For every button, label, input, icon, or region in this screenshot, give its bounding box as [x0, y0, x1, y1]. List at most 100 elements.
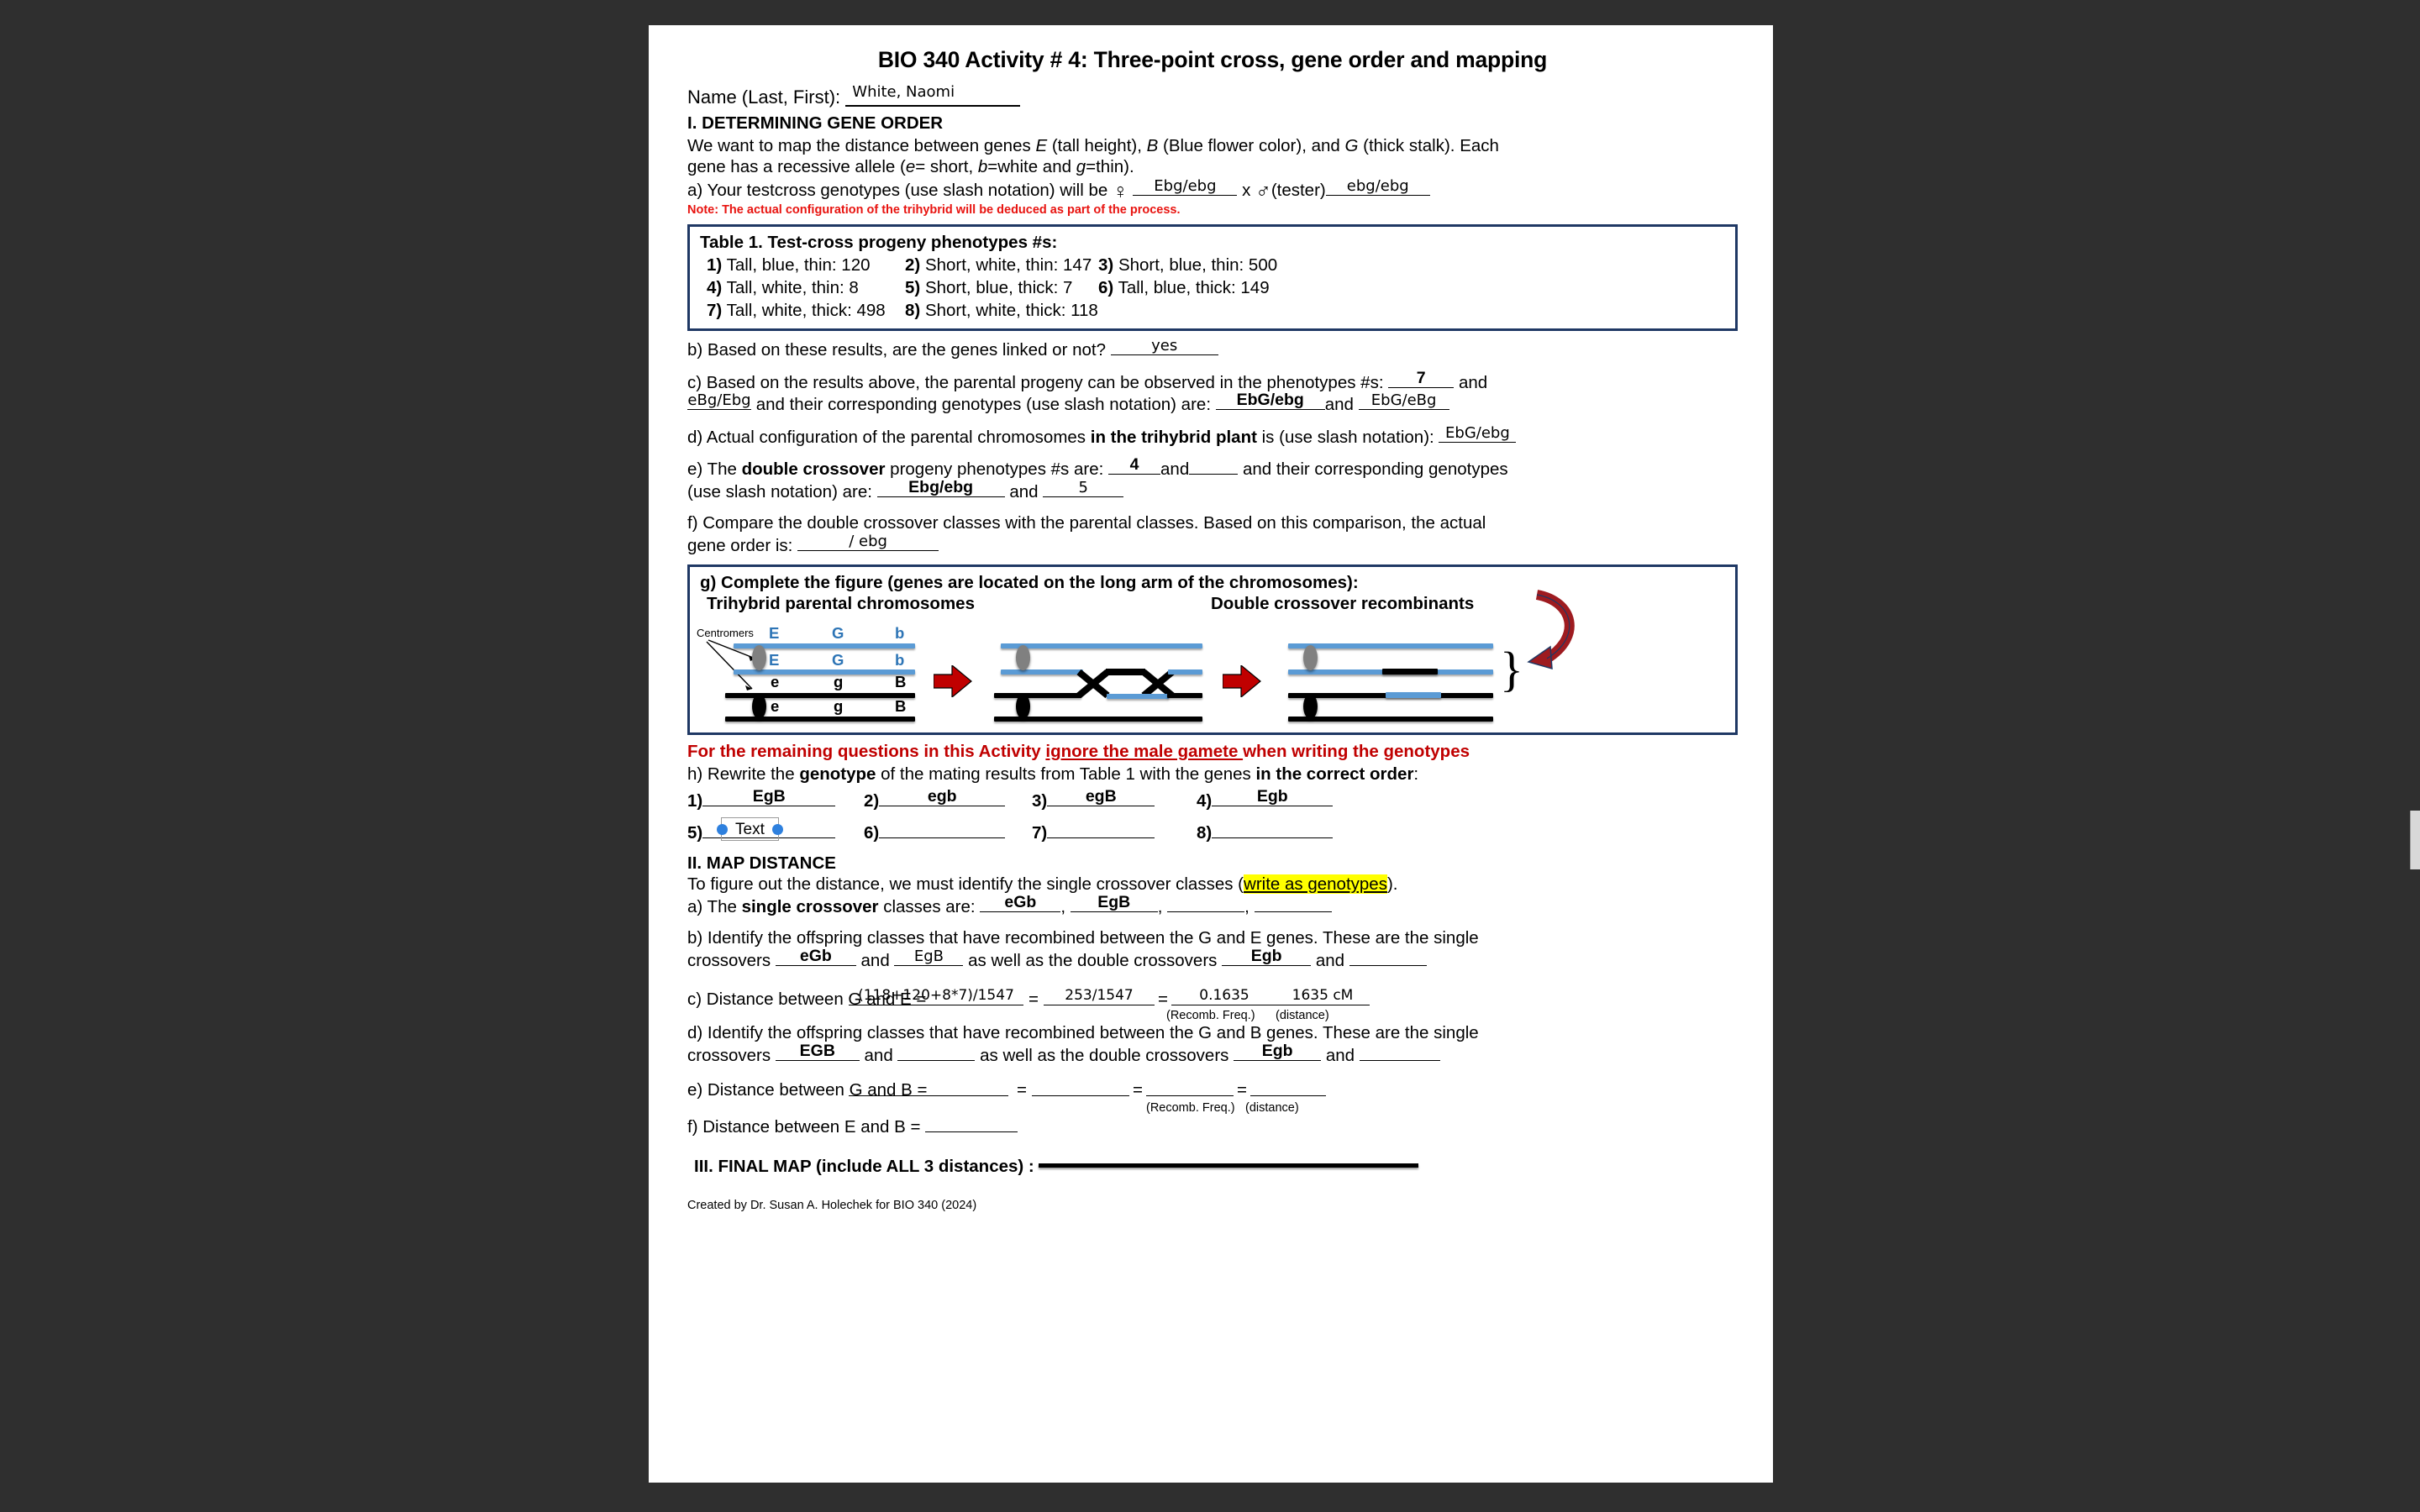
- question-1d-blank[interactable]: EbG/ebg: [1439, 425, 1517, 443]
- question-2c-blank-4[interactable]: 1635 cM: [1276, 988, 1370, 1005]
- question-2a-value-2: EgB: [1097, 892, 1131, 911]
- question-2e-blank-2[interactable]: [1032, 1079, 1129, 1096]
- centromere-black: [752, 694, 766, 719]
- question-2c-blank-2[interactable]: 253/1547: [1044, 987, 1155, 1005]
- section-2-intro-pre: To figure out the distance, we must iden…: [687, 874, 1244, 894]
- question-1e-value-2: Ebg/ebg: [908, 477, 974, 496]
- question-2d-blank-3[interactable]: Egb: [1234, 1042, 1322, 1061]
- row-text: Short, white, thin: 147: [924, 255, 1092, 275]
- question-2c-blank-1[interactable]: (118+120+8*7)/1547: [849, 988, 1023, 1005]
- resize-handle-right[interactable]: [771, 823, 783, 835]
- document-page: BIO 340 Activity # 4: Three-point cross,…: [649, 25, 1773, 1483]
- question-1c-blank-2[interactable]: eBg/Ebg: [687, 392, 751, 410]
- genotype-answer-2: 2) egb: [864, 788, 1032, 811]
- question-2d-blank-2[interactable]: [897, 1044, 976, 1061]
- conjunction: and: [864, 1045, 893, 1065]
- question-2b-blank-4[interactable]: [1349, 949, 1427, 966]
- gene-label: B: [895, 673, 907, 690]
- question-2b-blank-2[interactable]: EgB: [894, 948, 964, 966]
- row-text: Short, blue, thin: 500: [1118, 255, 1278, 275]
- resize-handle-left[interactable]: [717, 823, 728, 835]
- question-1b-blank[interactable]: yes: [1110, 337, 1218, 355]
- allele-g: g: [1076, 157, 1086, 176]
- question-2a-blank-2[interactable]: EgB: [1070, 892, 1158, 912]
- question-1h-label-2: of the mating results from Table 1 with …: [876, 764, 1256, 784]
- question-2e-blank-1[interactable]: [849, 1079, 1008, 1096]
- answer-value: EgB: [752, 787, 786, 806]
- question-2e-blank-4[interactable]: [1250, 1079, 1326, 1096]
- question-2a-blank-4[interactable]: [1254, 895, 1332, 912]
- question-1e-blank-1[interactable]: 4: [1108, 456, 1161, 475]
- table-1-caption: Table 1. Test-cross progeny phenotypes #…: [700, 233, 1058, 252]
- question-2c-value-2: 253/1547: [1065, 987, 1134, 1004]
- vertical-scrollbar-thumb[interactable]: [2410, 811, 2420, 869]
- table-1-grid: 1) Tall, blue, thin: 120 2) Short, white…: [700, 255, 1727, 321]
- text-placeholder-widget[interactable]: Text: [717, 817, 783, 841]
- question-1e-blank-3[interactable]: Ebg/ebg: [876, 477, 1005, 497]
- row-number: 4): [707, 278, 723, 297]
- final-map-line[interactable]: [1039, 1163, 1419, 1168]
- question-2f: f) Distance between E and B =: [687, 1116, 1738, 1138]
- recombinant-black-insert: [1382, 669, 1438, 675]
- gene-label: B: [895, 697, 907, 715]
- question-2b-blank-3[interactable]: Egb: [1222, 948, 1312, 966]
- placeholder-label: Text: [735, 821, 765, 838]
- centromere-gray: [752, 645, 766, 670]
- question-1f-value: / ebg: [849, 532, 887, 550]
- answer-value: egB: [1085, 787, 1117, 806]
- conjunction: and: [1458, 372, 1488, 392]
- red-arrow-icon-2: [1223, 665, 1261, 697]
- question-1e-blank-4[interactable]: 5: [1043, 480, 1124, 497]
- question-1b: b) Based on these results, are the genes…: [687, 337, 1738, 361]
- question-2c: c) Distance between G and E = (118+120+8…: [687, 979, 1738, 1022]
- female-genotype-blank[interactable]: Ebg/ebg: [1133, 176, 1238, 196]
- question-1b-value: yes: [1151, 337, 1178, 354]
- question-2d-blank-1[interactable]: EGB: [775, 1041, 860, 1061]
- section-2-intro: To figure out the distance, we must iden…: [687, 874, 1738, 895]
- question-2d-blank-4[interactable]: [1359, 1044, 1440, 1061]
- row-number: 2): [905, 255, 921, 275]
- question-2c-value-3: 0.1635: [1199, 987, 1249, 1004]
- crossover-black-segment: [1167, 693, 1202, 698]
- row-text: Tall, white, thin: 8: [726, 278, 859, 297]
- question-2e: e) Distance between G and B = = = = (Rec…: [687, 1076, 1738, 1115]
- answer-number: 5): [687, 823, 703, 843]
- question-1h-label: h) Rewrite the: [687, 764, 800, 784]
- question-2c-blank-3[interactable]: 0.1635: [1171, 987, 1277, 1005]
- equals-sign-1: =: [1028, 990, 1039, 1009]
- question-1a: a) Your testcross genotypes (use slash n…: [687, 176, 1738, 203]
- question-1c-label-2: and their corresponding genotypes (use s…: [755, 395, 1212, 414]
- name-row: Name (Last, First): White, Naomi: [687, 83, 1738, 108]
- question-2a-blank-3[interactable]: [1167, 895, 1245, 912]
- question-1c-blank-1[interactable]: 7: [1388, 370, 1455, 388]
- question-1c-blank-4[interactable]: EbG/eBg: [1358, 392, 1449, 410]
- question-2e-blank-3[interactable]: [1146, 1079, 1234, 1096]
- name-input[interactable]: White, Naomi: [845, 83, 1021, 107]
- chromatid-blue-1: [1288, 643, 1493, 648]
- table-row: 7) Tall, white, thick: 498: [707, 301, 905, 321]
- question-1f-blank[interactable]: / ebg: [797, 532, 939, 551]
- question-2d-value-1: EGB: [799, 1041, 835, 1060]
- gene-label: g: [834, 697, 844, 715]
- female-genotype-value: Ebg/ebg: [1154, 176, 1217, 195]
- section-2-heading: II. MAP DISTANCE: [687, 853, 836, 873]
- question-1e-label-3: and their corresponding genotypes: [1242, 459, 1508, 479]
- genotype-answer-8: 8): [1197, 822, 1738, 843]
- question-1e-blank-2[interactable]: [1189, 474, 1239, 475]
- male-genotype-blank[interactable]: ebg/ebg: [1325, 178, 1430, 196]
- row-number: 7): [707, 301, 723, 320]
- question-2a-blank-1[interactable]: eGb: [980, 894, 1061, 912]
- question-2b-blank-1[interactable]: eGb: [775, 948, 856, 966]
- intro-text-f: = short,: [915, 157, 978, 176]
- question-1c-blank-3[interactable]: EbG/ebg: [1215, 391, 1325, 410]
- figure-box: g) Complete the figure (genes are locate…: [687, 564, 1738, 735]
- red-notice-pre: For the remaining questions in this Acti…: [687, 742, 1046, 761]
- highlighted-text: write as genotypes: [1244, 874, 1387, 894]
- intro-text-c: (Blue flower color), and: [1158, 135, 1345, 155]
- question-2a-label-2: classes are:: [878, 896, 976, 916]
- conjunction: and: [860, 950, 890, 970]
- question-2f-blank[interactable]: [925, 1131, 1018, 1132]
- name-value: White, Naomi: [852, 82, 955, 101]
- recomb-freq-label: (Recomb. Freq.): [1146, 1101, 1235, 1115]
- question-1f-label: f) Compare the double crossover classes …: [687, 513, 1486, 533]
